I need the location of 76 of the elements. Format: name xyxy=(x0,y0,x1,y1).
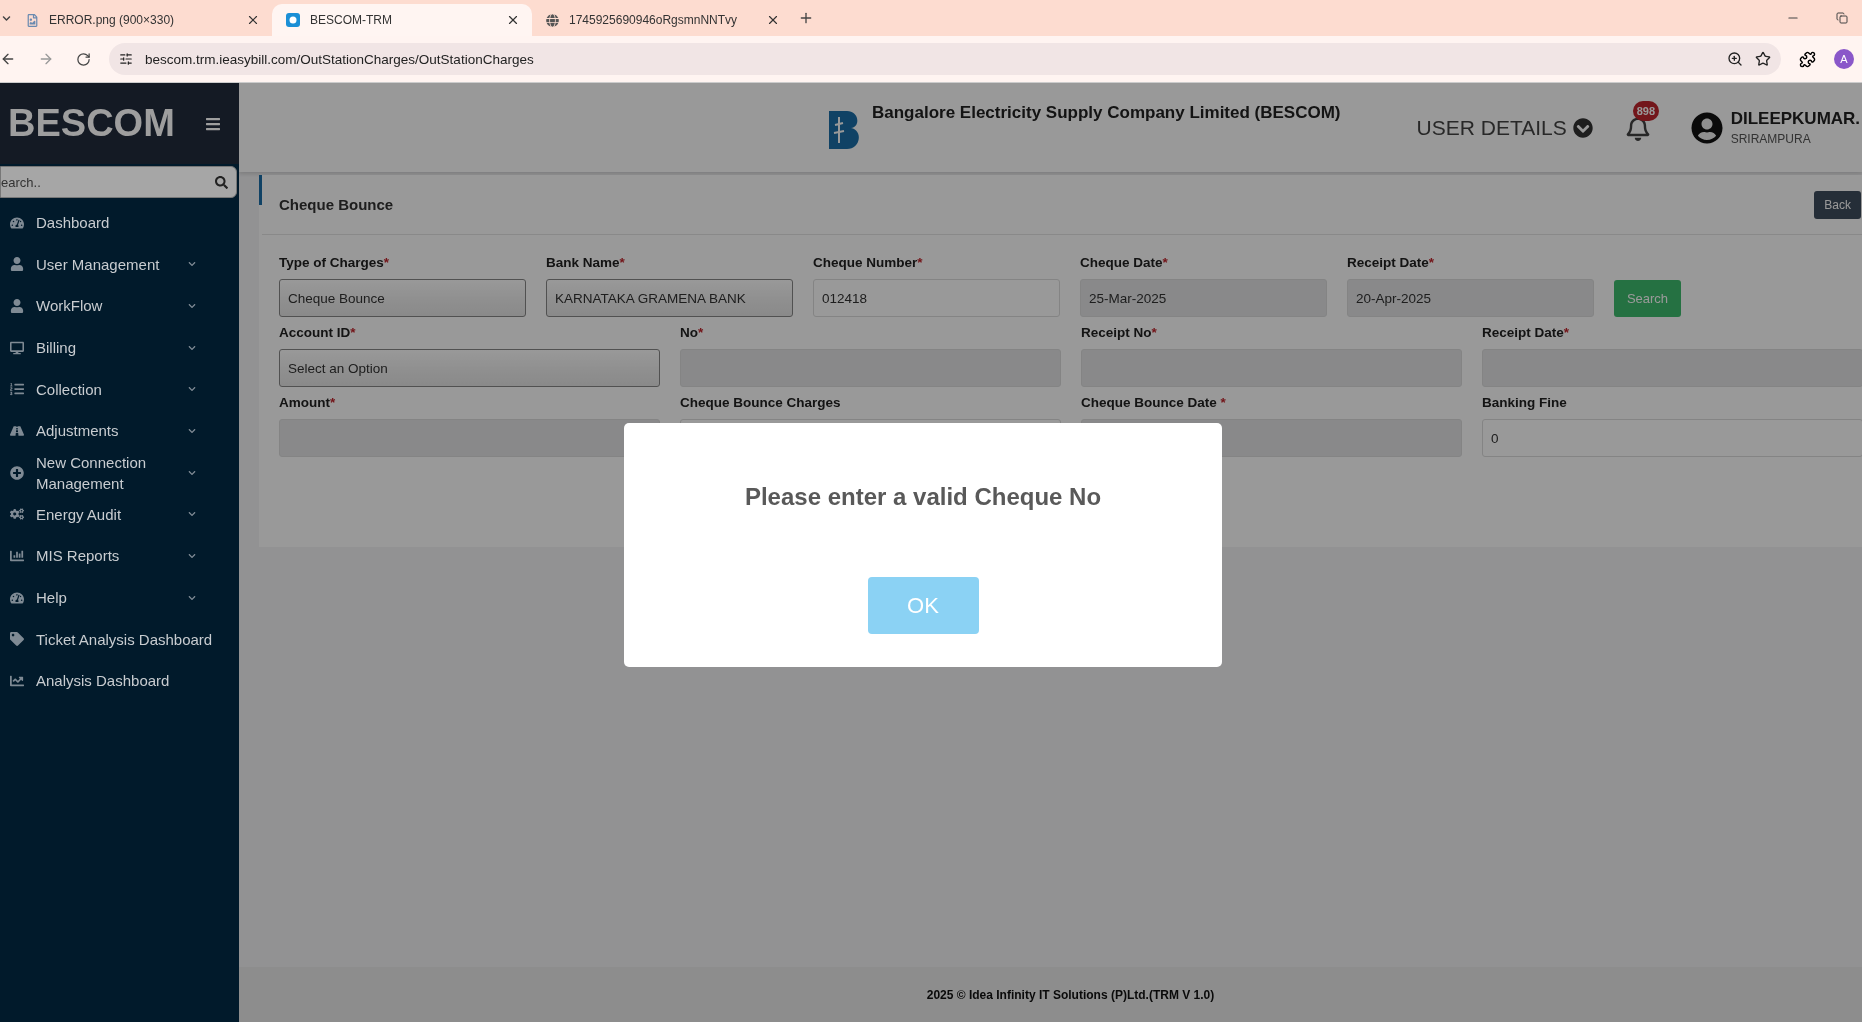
close-icon[interactable] xyxy=(766,13,780,27)
bar-chart-icon xyxy=(10,548,24,563)
user-location: SRIRAMPURA xyxy=(1730,132,1812,146)
sidebar-item[interactable]: Adjustments xyxy=(0,409,239,452)
gauge-icon xyxy=(10,590,24,605)
field-label: Amount* xyxy=(279,395,337,410)
zoom-icon[interactable] xyxy=(1727,51,1743,67)
field-label: Cheque Bounce Charges xyxy=(680,395,842,410)
company-name: Bangalore Electricity Supply Company Limited (BESCOM) xyxy=(872,103,1341,123)
browser-tab[interactable]: 1745925690946oRgsmnNNTvy xyxy=(532,4,792,36)
reload-icon[interactable] xyxy=(76,51,91,67)
site-settings-icon[interactable] xyxy=(119,52,133,66)
sidebar-item[interactable]: Billing xyxy=(0,326,239,369)
field-label: Banking Fine xyxy=(1482,395,1568,410)
sidebar-item[interactable]: Ticket Analysis Dashboard xyxy=(0,618,239,660)
sidebar-item[interactable]: Dashboard xyxy=(0,202,239,244)
input-field[interactable]: 0 xyxy=(1482,419,1862,457)
user-icon xyxy=(10,299,24,313)
field-label: No* xyxy=(680,325,705,340)
user-icon xyxy=(10,257,24,272)
tab-list-icon[interactable] xyxy=(0,13,12,23)
select-field[interactable]: Cheque Bounce xyxy=(279,279,526,317)
sidebar-item[interactable]: User Management xyxy=(0,243,239,286)
close-icon[interactable] xyxy=(246,13,260,27)
close-icon[interactable] xyxy=(506,13,520,27)
globe-icon xyxy=(546,13,559,27)
gears-icon xyxy=(10,507,24,522)
sidebar-item[interactable]: Energy Audit xyxy=(0,493,239,536)
field-label: Receipt No* xyxy=(1081,325,1158,340)
sidebar-item[interactable]: Analysis Dashboard xyxy=(0,659,239,702)
sidebar-item[interactable]: Collection xyxy=(0,368,239,410)
field-label: Cheque Number* xyxy=(813,255,924,270)
address-bar[interactable]: bescom.trm.ieasybill.com/OutStationCharges/OutStationCharges xyxy=(109,43,1781,75)
menu-icon[interactable] xyxy=(205,115,221,132)
restore-icon[interactable] xyxy=(1836,12,1848,24)
notification-count: 898 xyxy=(1632,100,1660,121)
browser-tab[interactable]: BESCOM-TRM xyxy=(272,4,532,36)
browser-tab[interactable]: ERROR.png (900×330) xyxy=(12,4,272,36)
footer-text: 2025 © Idea Infinity IT Solutions (P)Ltd.(TRM V 1.0) xyxy=(926,987,1215,1002)
line-chart-icon xyxy=(10,673,24,688)
field-label: Receipt Date* xyxy=(1482,325,1571,340)
user-name: DILEEPKUMAR. xyxy=(1730,109,1861,129)
new-tab-icon[interactable] xyxy=(798,10,814,26)
back-icon[interactable] xyxy=(0,51,16,67)
user-avatar-icon xyxy=(1690,111,1723,144)
monitor-icon xyxy=(10,340,24,355)
field-label: Cheque Bounce Date * xyxy=(1081,395,1227,410)
brand-title: BESCOM xyxy=(8,102,175,145)
list-icon xyxy=(10,382,24,397)
sidebar-item[interactable]: WorkFlow xyxy=(0,285,239,327)
user-details-menu[interactable]: USER DETAILS xyxy=(1416,115,1593,140)
field-label: Type of Charges* xyxy=(279,255,391,270)
field-label: Bank Name* xyxy=(546,255,626,270)
sidebar-item[interactable]: MIS Reports xyxy=(0,535,239,577)
gauge-icon xyxy=(10,215,24,230)
card-title: Cheque Bounce xyxy=(279,196,394,213)
select-field[interactable]: Select an Option xyxy=(279,349,660,387)
alert-message: Please enter a valid Cheque No xyxy=(744,483,1102,511)
field-label: Receipt Date* xyxy=(1347,255,1436,270)
field-label: Cheque Date* xyxy=(1080,255,1169,270)
image-file-icon xyxy=(26,13,39,27)
tag-icon xyxy=(10,632,24,647)
road-icon xyxy=(10,423,24,438)
star-icon[interactable] xyxy=(1755,51,1771,67)
chevron-icon xyxy=(1572,117,1593,138)
field-label: Account ID* xyxy=(279,325,357,340)
sidebar-item[interactable]: New Connection Management xyxy=(0,451,239,494)
sidebar-item[interactable]: Help xyxy=(0,576,239,619)
profile-avatar[interactable]: A xyxy=(1834,49,1854,69)
site-icon xyxy=(286,13,300,27)
search-field[interactable]: earch.. xyxy=(0,166,237,198)
search-icon[interactable] xyxy=(215,175,228,189)
extensions-icon[interactable] xyxy=(1799,50,1816,68)
back-button[interactable]: Back xyxy=(1814,190,1861,219)
input-field[interactable]: 012418 xyxy=(813,279,1060,317)
select-field[interactable]: KARNATAKA GRAMENA BANK xyxy=(546,279,793,317)
